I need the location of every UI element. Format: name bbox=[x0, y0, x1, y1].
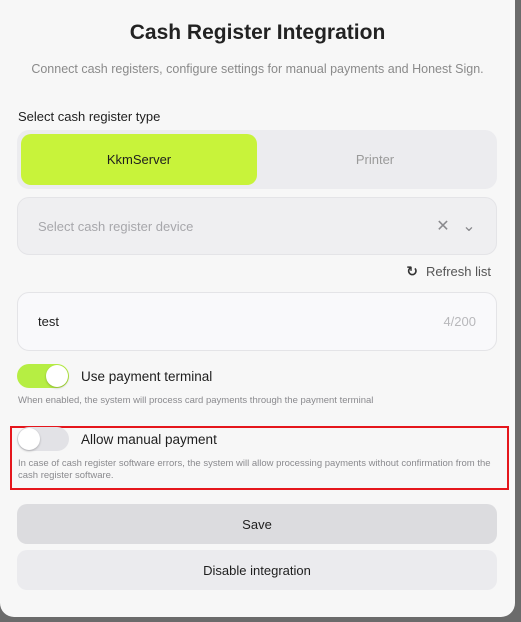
name-input[interactable]: test 4/200 bbox=[17, 292, 497, 351]
chevron-down-icon[interactable]: ⌄ bbox=[462, 216, 476, 236]
register-type-tabs: KkmServer Printer bbox=[17, 130, 497, 189]
tab-kkmserver[interactable]: KkmServer bbox=[21, 134, 257, 185]
manual-payment-label: Allow manual payment bbox=[81, 431, 217, 447]
device-select-placeholder: Select cash register device bbox=[38, 218, 194, 234]
register-type-label: Select cash register type bbox=[18, 109, 161, 124]
refresh-list-label: Refresh list bbox=[425, 264, 491, 279]
manual-payment-toggle[interactable] bbox=[17, 427, 69, 451]
name-input-value: test bbox=[38, 314, 59, 329]
payment-terminal-row: Use payment terminal bbox=[17, 364, 212, 388]
refresh-icon: ↻ bbox=[406, 263, 418, 279]
toggle-knob bbox=[18, 428, 40, 450]
char-counter: 4/200 bbox=[443, 314, 476, 329]
page-title: Cash Register Integration bbox=[129, 21, 386, 44]
payment-terminal-hint: When enabled, the system will process ca… bbox=[18, 395, 374, 406]
manual-payment-hint: In case of cash register software errors… bbox=[18, 458, 491, 481]
payment-terminal-toggle[interactable] bbox=[17, 364, 69, 388]
close-icon[interactable]: ✕ bbox=[436, 216, 450, 236]
manual-payment-row: Allow manual payment bbox=[17, 427, 217, 451]
toggle-knob bbox=[46, 365, 68, 387]
save-button[interactable]: Save bbox=[17, 504, 497, 544]
disable-integration-button[interactable]: Disable integration bbox=[17, 550, 497, 590]
page-subtitle: Connect cash registers, configure settin… bbox=[31, 62, 484, 76]
integration-panel: Cash Register Integration Connect cash r… bbox=[0, 0, 515, 617]
refresh-list-button[interactable]: ↻ Refresh list bbox=[406, 263, 491, 280]
tab-printer[interactable]: Printer bbox=[257, 134, 493, 185]
payment-terminal-label: Use payment terminal bbox=[81, 368, 213, 384]
device-select[interactable]: Select cash register device ✕ ⌄ bbox=[17, 197, 497, 255]
